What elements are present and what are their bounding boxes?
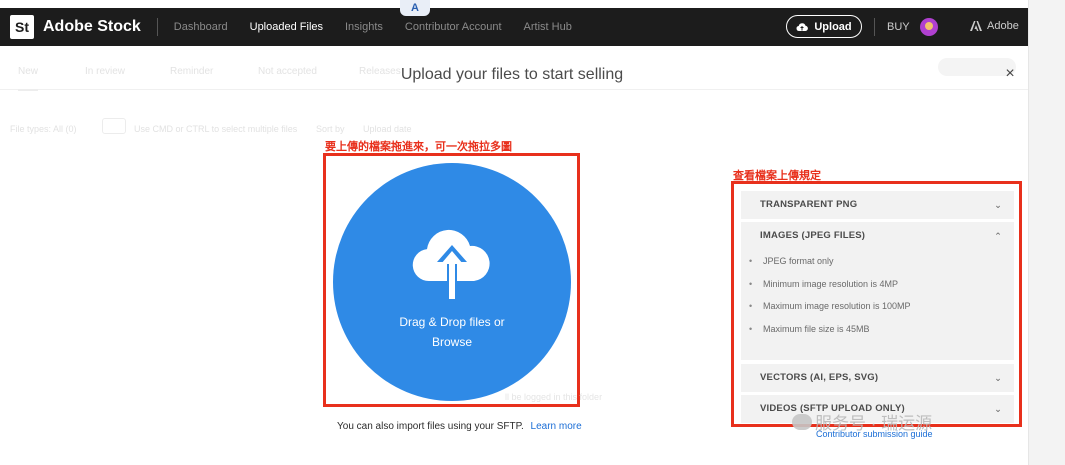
- rule-title: IMAGES (JPEG FILES): [760, 230, 866, 241]
- rule-title: TRANSPARENT PNG: [760, 199, 858, 210]
- modal-title: Upload your files to start selling: [400, 66, 624, 83]
- nav-item-insights[interactable]: Insights: [345, 21, 383, 33]
- adobe-logo-icon: [970, 21, 982, 31]
- scrollbar[interactable]: [1028, 0, 1065, 465]
- bg-chip: [102, 118, 126, 134]
- rule-body: • JPEG format only • Minimum image resolut…: [741, 250, 1014, 340]
- nav-item-uploaded-files[interactable]: Uploaded Files: [250, 21, 323, 33]
- brand-name[interactable]: Adobe Stock: [43, 18, 141, 36]
- chevron-down-icon: ⌄: [994, 373, 1002, 383]
- dropzone-line-1: Drag & Drop files or: [399, 315, 505, 329]
- upload-button-label: Upload: [814, 20, 852, 33]
- nav-item-dashboard[interactable]: Dashboard: [174, 21, 228, 33]
- learn-more-link[interactable]: Learn more: [531, 421, 582, 432]
- list-item: • Maximum file size is 45MB: [749, 323, 870, 334]
- buy-link[interactable]: BUY: [887, 21, 910, 33]
- cloud-upload-icon: [796, 22, 809, 31]
- app-frame: St Adobe Stock Dashboard Uploaded Files …: [0, 0, 1028, 465]
- adobe-label: Adobe: [987, 20, 1019, 32]
- bg-upload-date: Upload date: [363, 124, 412, 134]
- rule-header[interactable]: IMAGES (JPEG FILES) ⌃: [741, 222, 1014, 250]
- bg-file-types: File types: All (0): [10, 124, 77, 134]
- adobe-link[interactable]: Adobe: [970, 20, 1019, 32]
- watermark-text: 服务号 · 瑞运源: [815, 414, 933, 433]
- upload-button[interactable]: Upload: [786, 15, 862, 38]
- chevron-down-icon: ⌄: [994, 404, 1002, 414]
- sftp-text: You can also import files using your SFT…: [337, 421, 524, 432]
- bg-faded-note: ll be logged in this folder: [505, 392, 603, 402]
- list-item: • JPEG format only: [749, 256, 834, 266]
- nav-divider: [156, 18, 158, 36]
- rule-header[interactable]: VECTORS (AI, EPS, SVG) ⌄: [741, 364, 1014, 392]
- list-item: • Minimum image resolution is 4MP: [749, 278, 899, 289]
- top-nav: St Adobe Stock Dashboard Uploaded Files …: [0, 8, 1028, 46]
- nav-item-contributor-account[interactable]: Contributor Account: [405, 21, 502, 33]
- rule-header[interactable]: TRANSPARENT PNG ⌄: [741, 191, 1014, 219]
- cloud-upload-icon: [412, 229, 490, 299]
- dropzone-text[interactable]: Drag & Drop files or Browse: [333, 312, 571, 352]
- stock-logo[interactable]: St: [10, 15, 34, 39]
- chevron-up-icon: ⌃: [994, 231, 1002, 241]
- wechat-icon: [792, 413, 812, 430]
- watermark: 服务号 · 瑞运源: [792, 409, 932, 434]
- list-item: • Maximum image resolution is 100MP: [749, 301, 911, 311]
- browse-link[interactable]: Browse: [333, 332, 571, 352]
- annotation-dropzone: 要上傳的檔案拖進來，可一次拖拉多圖: [325, 141, 512, 153]
- rule-vectors[interactable]: VECTORS (AI, EPS, SVG) ⌄: [741, 364, 1014, 392]
- rule-transparent-png[interactable]: TRANSPARENT PNG ⌄: [741, 191, 1014, 219]
- avatar[interactable]: [920, 18, 938, 36]
- rule-images-jpeg[interactable]: IMAGES (JPEG FILES) ⌃ • JPEG format only …: [741, 222, 1014, 360]
- buy-divider: [874, 18, 875, 36]
- sftp-note: You can also import files using your SFT…: [337, 421, 582, 432]
- close-icon[interactable]: ×: [1002, 66, 1018, 82]
- bg-hint: Use CMD or CTRL to select multiple files: [134, 124, 298, 134]
- translate-icon[interactable]: A: [400, 0, 430, 16]
- rule-title: VECTORS (AI, EPS, SVG): [760, 372, 879, 383]
- bg-sort-by: Sort by: [316, 124, 345, 134]
- chevron-down-icon: ⌄: [994, 200, 1002, 210]
- nav-item-artist-hub[interactable]: Artist Hub: [524, 21, 572, 33]
